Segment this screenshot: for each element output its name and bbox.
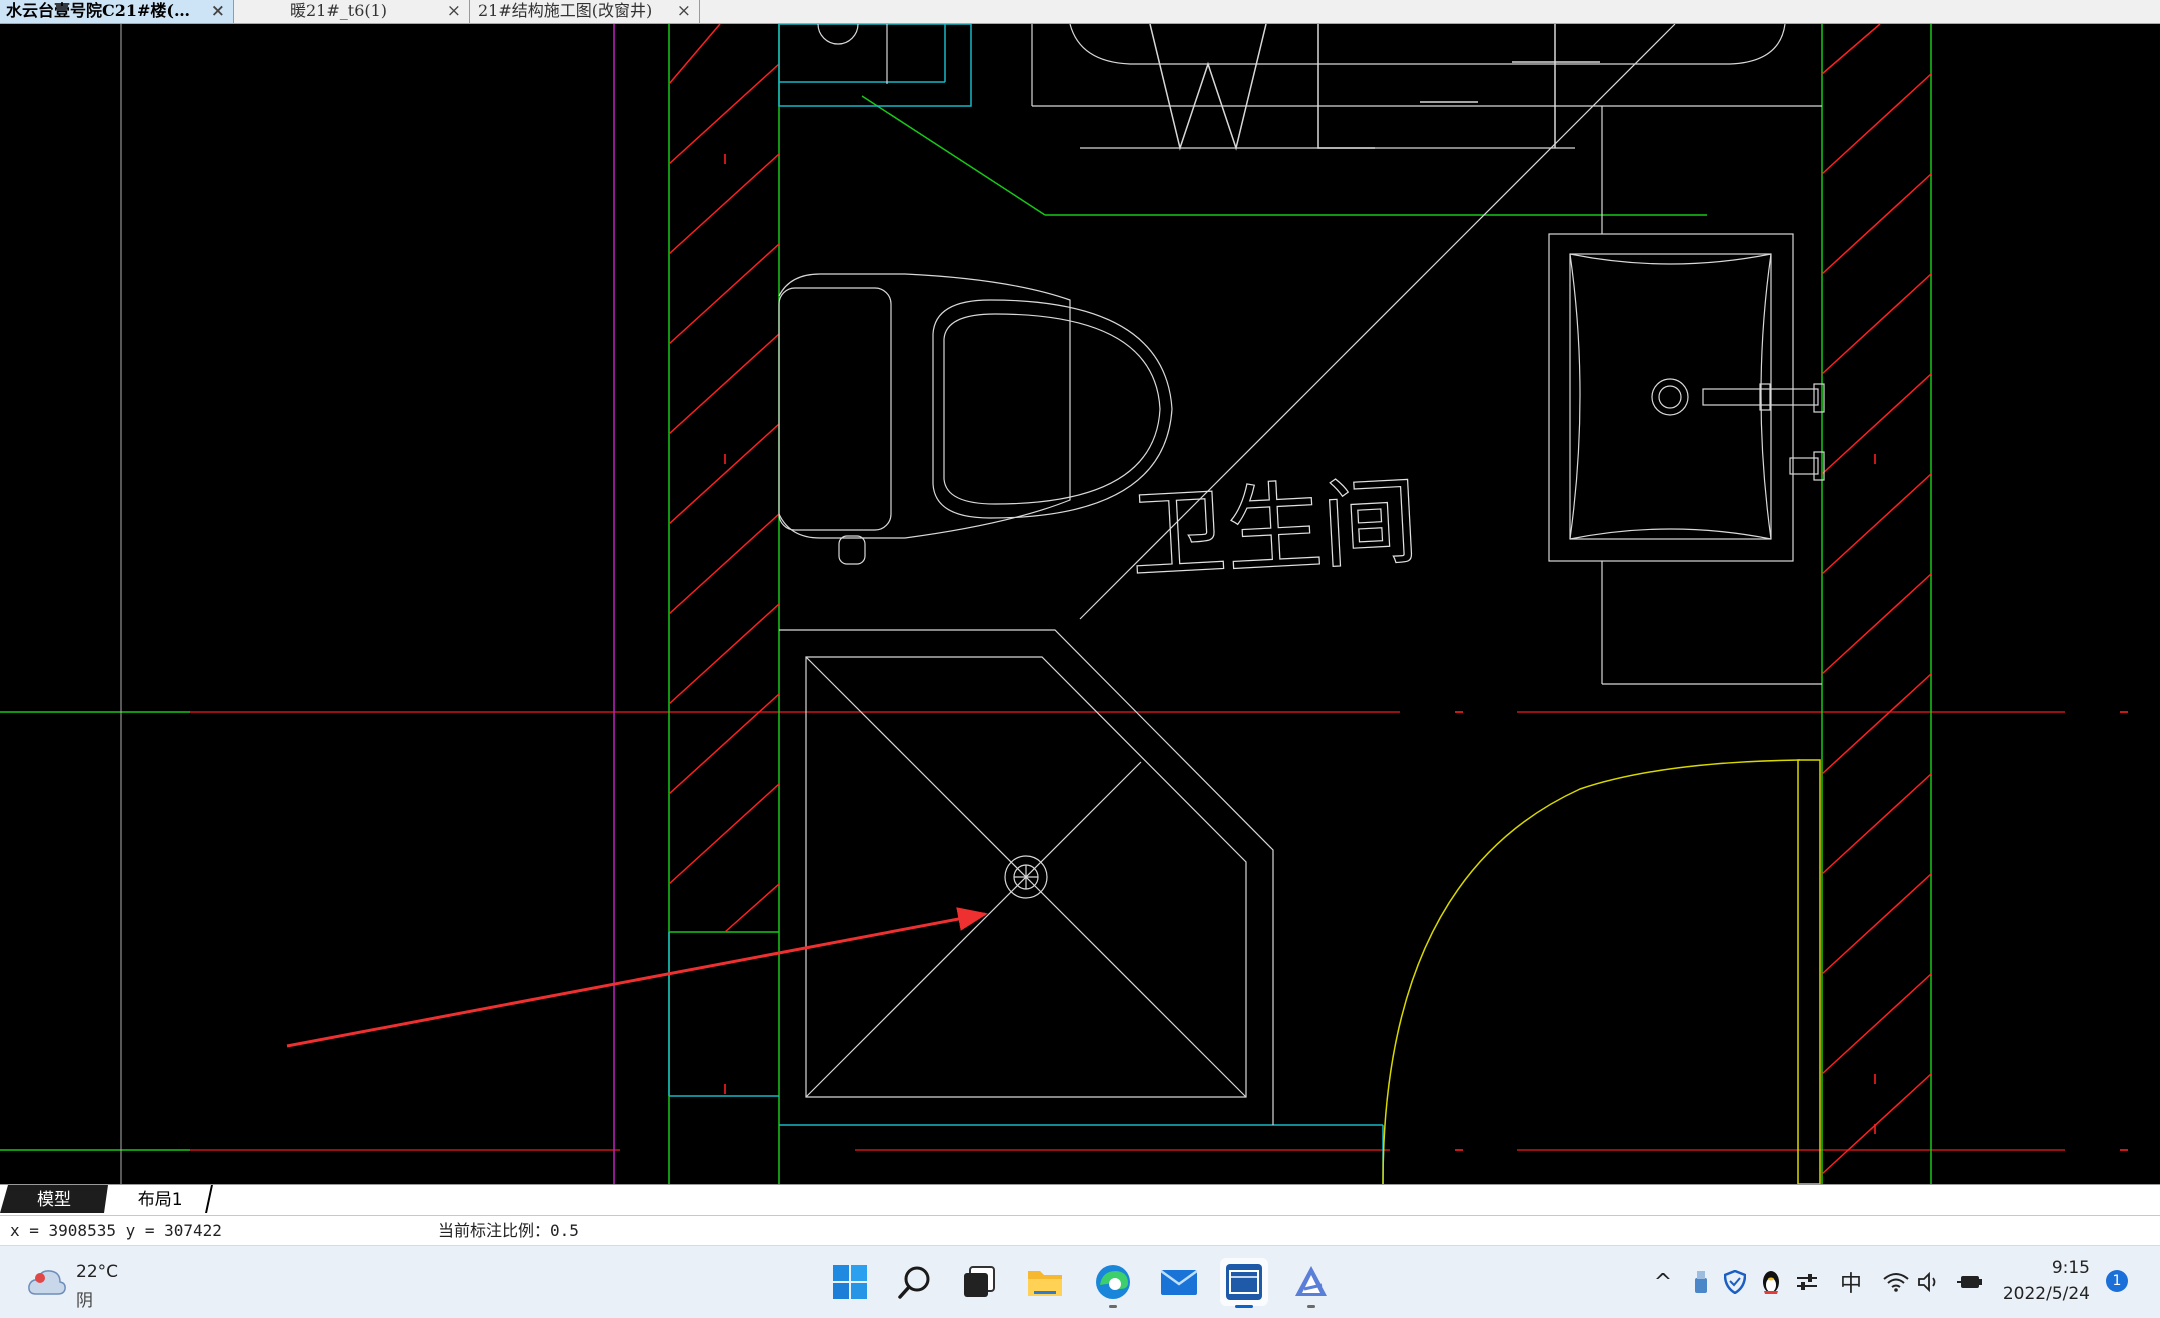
- close-icon[interactable]: ×: [211, 0, 225, 22]
- drawing-canvas[interactable]: 卫生间: [0, 24, 2160, 1184]
- tab-model-label: 模型: [37, 1190, 71, 1210]
- file-explorer-button[interactable]: [1021, 1258, 1069, 1306]
- running-indicator: [1235, 1305, 1253, 1308]
- weather-temp: 22°C: [76, 1262, 119, 1282]
- dimension-scale: 当前标注比例：0.5: [438, 1221, 579, 1240]
- layout-tab-bar: 模型 布局1: [0, 1184, 2160, 1215]
- wifi-icon[interactable]: [1882, 1264, 1910, 1300]
- volume-icon[interactable]: [1916, 1264, 1942, 1300]
- doc-tab-shuiyuntai[interactable]: 水云台壹号院C21#楼(… ×: [0, 0, 234, 23]
- sink: [1548, 106, 1825, 685]
- cloudy-weather-icon: [28, 1270, 66, 1295]
- mail-icon: [1160, 1269, 1198, 1295]
- qq-penguin-icon[interactable]: [1758, 1264, 1784, 1300]
- edge-browser-icon: [1096, 1265, 1130, 1299]
- search-button[interactable]: [891, 1258, 939, 1306]
- doc-tab-label: 水云台壹号院C21#楼(…: [6, 1, 190, 20]
- room-label: 卫生间: [1128, 465, 1421, 592]
- weather-widget[interactable]: 22°C 阴: [18, 1256, 168, 1311]
- cad-drawing: 卫生间: [0, 24, 2128, 1184]
- doc-tab-heating[interactable]: 暖21#_t6(1) ×: [234, 0, 470, 23]
- search-icon: [898, 1266, 930, 1299]
- autocad-icon: [1295, 1266, 1327, 1296]
- clock[interactable]: 9:15 2022/5/24: [1990, 1254, 2090, 1310]
- top-fixtures: [817, 24, 1822, 149]
- coordinate-readout: x = 3908535 y = 307422: [10, 1221, 222, 1240]
- doc-tab-label: 暖21#_t6(1): [290, 1, 388, 20]
- wall-lines: [0, 24, 1932, 1184]
- document-tab-bar: 水云台壹号院C21#楼(… × 暖21#_t6(1) × 21#结构施工图(改窗…: [0, 0, 2160, 24]
- battery-plugged-icon[interactable]: [1956, 1264, 1984, 1300]
- wall-hatch-right: [1821, 24, 1932, 1175]
- window-lines: [668, 24, 1384, 1184]
- doc-tab-label: 21#结构施工图(改窗井): [478, 1, 653, 20]
- toilet: [778, 273, 1173, 565]
- top-text-fragment: [1149, 24, 1600, 151]
- close-icon[interactable]: ×: [677, 0, 691, 22]
- usb-drive-icon[interactable]: [1688, 1264, 1714, 1300]
- weather-desc: 阴: [76, 1291, 93, 1311]
- task-view-button[interactable]: [955, 1258, 1003, 1306]
- settings-sliders-icon[interactable]: [1794, 1264, 1820, 1300]
- cad-app-button[interactable]: [1220, 1258, 1268, 1308]
- windows-start-icon: [833, 1265, 867, 1299]
- doc-tab-structure[interactable]: 21#结构施工图(改窗井) ×: [470, 0, 700, 23]
- file-explorer-icon: [1028, 1271, 1062, 1296]
- security-shield-icon[interactable]: [1722, 1264, 1748, 1300]
- start-button[interactable]: [826, 1258, 874, 1306]
- cad-app-icon: [1226, 1264, 1262, 1300]
- status-bar: x = 3908535 y = 307422 当前标注比例：0.5: [0, 1215, 2160, 1246]
- edge-browser-button[interactable]: [1089, 1258, 1137, 1308]
- running-indicator: [1109, 1305, 1117, 1308]
- mail-button[interactable]: [1155, 1258, 1203, 1306]
- taskbar: 22°C 阴 ^ 中 9:15 2022/5/24 1: [0, 1245, 2160, 1318]
- axis-lines: [190, 711, 2065, 1151]
- axis-dash-marks: [724, 154, 2128, 1151]
- close-icon[interactable]: ×: [447, 0, 461, 22]
- autocad-button[interactable]: [1287, 1258, 1335, 1308]
- ime-indicator[interactable]: 中: [1836, 1264, 1866, 1300]
- clock-date: 2022/5/24: [2002, 1284, 2090, 1304]
- tab-layout1[interactable]: 布局1: [109, 1185, 213, 1213]
- clock-time: 9:15: [2051, 1258, 2090, 1278]
- tab-layout1-label: 布局1: [137, 1190, 183, 1210]
- door-swing: [1382, 759, 1821, 1184]
- pointer-arrow: [286, 907, 988, 1048]
- show-hidden-icons-chevron[interactable]: ^: [1650, 1264, 1676, 1300]
- shower-tray: [779, 629, 1274, 1125]
- task-view-icon: [964, 1266, 995, 1297]
- running-indicator: [1307, 1305, 1315, 1308]
- tab-model[interactable]: 模型: [0, 1185, 108, 1213]
- notification-badge[interactable]: 1: [2106, 1270, 2128, 1292]
